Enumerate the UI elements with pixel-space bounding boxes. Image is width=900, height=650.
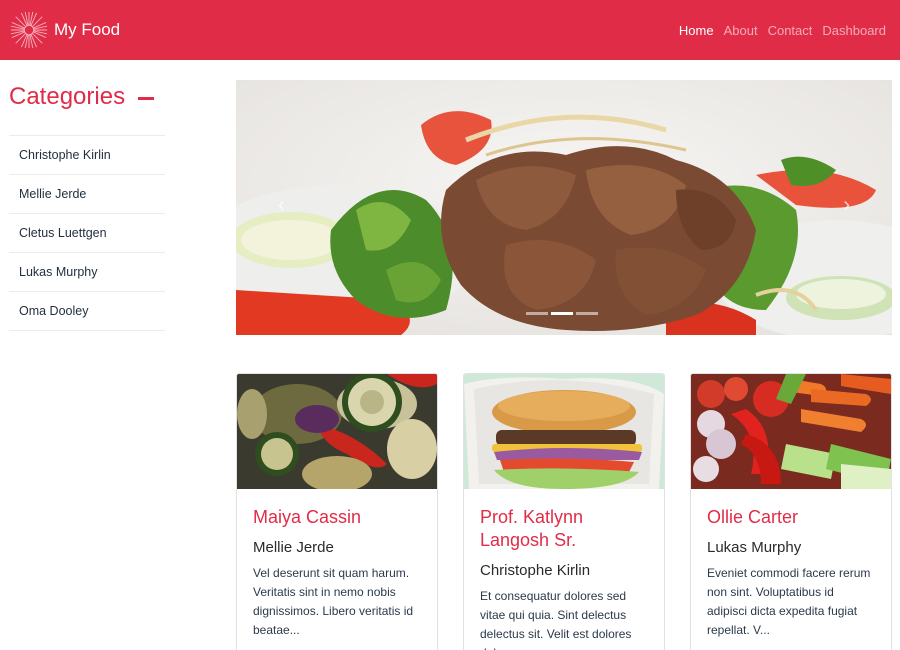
category-item[interactable]: Lukas Murphy bbox=[9, 253, 165, 292]
card-category: Christophe Kirlin bbox=[480, 562, 591, 579]
card-category: Lukas Murphy bbox=[707, 539, 802, 556]
card-title[interactable]: Maiya Cassin bbox=[253, 506, 421, 529]
card-title[interactable]: Ollie Carter bbox=[707, 506, 875, 529]
category-item[interactable]: Christophe Kirlin bbox=[9, 136, 165, 175]
grilled-beef-salad-photo bbox=[236, 80, 892, 335]
nav-home-link[interactable]: Home bbox=[679, 23, 714, 38]
grilled-vegetables-photo bbox=[237, 374, 437, 489]
categories-sidebar: Categories Christophe Kirlin Mellie Jerd… bbox=[9, 80, 165, 331]
card-excerpt: Vel deserunt sit quam harum. Veritatis s… bbox=[253, 566, 414, 637]
main-nav: Home About Contact Dashboard bbox=[679, 23, 886, 38]
categories-header: Categories bbox=[9, 80, 165, 114]
card-body: Ollie Carter Lukas Murphy Eveniet commod… bbox=[691, 489, 891, 640]
carousel-indicator[interactable] bbox=[526, 312, 548, 315]
category-item[interactable]: Cletus Luettgen bbox=[9, 214, 165, 253]
card-category: Mellie Jerde bbox=[253, 539, 334, 556]
fresh-vegetables-photo bbox=[691, 374, 891, 489]
category-list: Christophe Kirlin Mellie Jerde Cletus Lu… bbox=[9, 135, 165, 331]
starburst-logo-icon bbox=[10, 11, 48, 49]
recipe-card[interactable]: Prof. Katlynn Langosh Sr. Christophe Kir… bbox=[463, 373, 665, 650]
recipe-card[interactable]: Ollie Carter Lukas Murphy Eveniet commod… bbox=[690, 373, 892, 650]
hero-carousel: ‹ › bbox=[236, 80, 892, 335]
carousel-indicator[interactable] bbox=[576, 312, 598, 315]
card-body: Maiya Cassin Mellie Jerde Vel deserunt s… bbox=[237, 489, 437, 640]
brand-name: My Food bbox=[54, 20, 121, 39]
minus-icon[interactable] bbox=[138, 96, 155, 100]
card-excerpt: Eveniet commodi facere rerum non sint. V… bbox=[707, 566, 871, 637]
carousel-prev-icon[interactable]: ‹ bbox=[278, 195, 285, 215]
carousel-next-icon[interactable]: › bbox=[843, 195, 850, 215]
brand-link[interactable]: My Food bbox=[10, 10, 120, 50]
navbar: My Food Home About Contact Dashboard bbox=[0, 0, 900, 60]
nav-contact-link[interactable]: Contact bbox=[768, 23, 813, 38]
card-excerpt: Et consequatur dolores sed vitae qui qui… bbox=[480, 589, 632, 650]
category-item[interactable]: Mellie Jerde bbox=[9, 175, 165, 214]
recipe-card[interactable]: Maiya Cassin Mellie Jerde Vel deserunt s… bbox=[236, 373, 438, 650]
category-item[interactable]: Oma Dooley bbox=[9, 292, 165, 331]
nav-about-link[interactable]: About bbox=[724, 23, 758, 38]
carousel-indicators bbox=[526, 312, 598, 315]
carousel-indicator-active[interactable] bbox=[551, 312, 573, 315]
burger-wrap-photo bbox=[464, 374, 664, 489]
card-title[interactable]: Prof. Katlynn Langosh Sr. bbox=[480, 506, 648, 552]
categories-title: Categories bbox=[9, 83, 126, 110]
card-body: Prof. Katlynn Langosh Sr. Christophe Kir… bbox=[464, 489, 664, 650]
nav-dashboard-link[interactable]: Dashboard bbox=[822, 23, 886, 38]
